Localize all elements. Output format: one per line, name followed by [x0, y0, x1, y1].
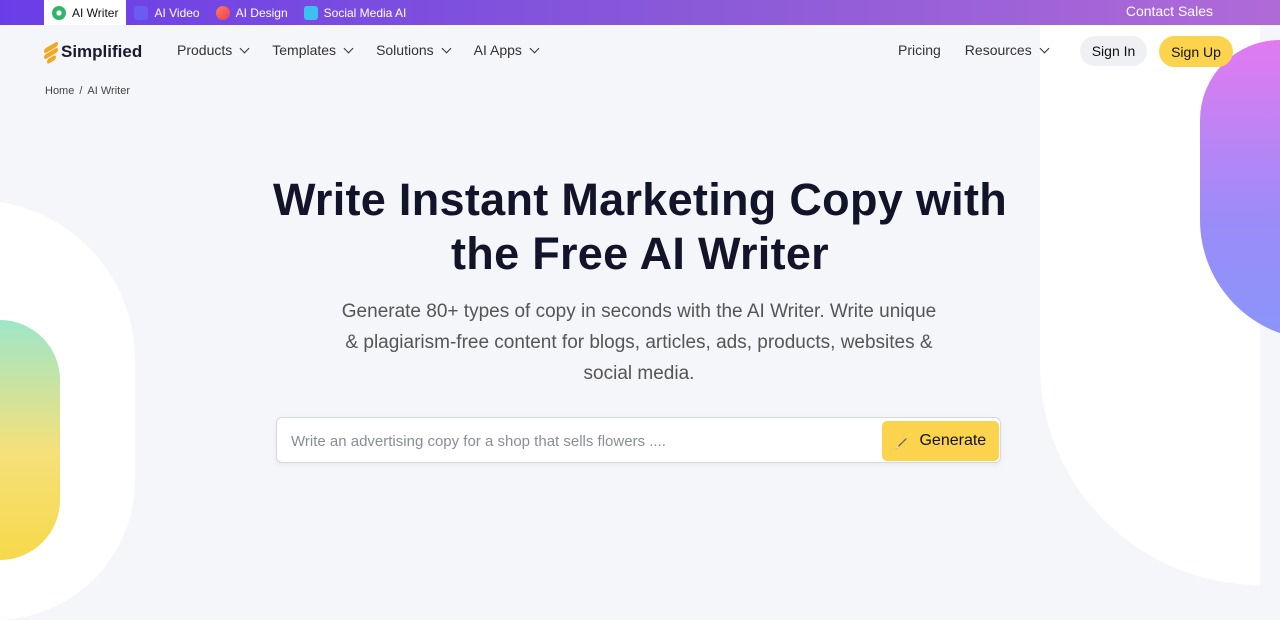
design-icon — [215, 5, 230, 20]
tab-ai-writer[interactable]: AI Writer — [44, 0, 127, 25]
nav-right-links: Pricing Resources — [898, 42, 1050, 58]
logo-text: Simplified — [61, 42, 143, 61]
generate-button[interactable]: 🪄 Generate — [882, 421, 999, 461]
chevron-down-icon — [529, 43, 540, 53]
prompt-box: 🪄 Generate — [276, 417, 1001, 463]
tab-label: Social Media AI — [323, 5, 407, 20]
chevron-down-icon — [239, 43, 250, 53]
title-line-2: the Free AI Writer — [451, 228, 829, 279]
nav-label: Resources — [964, 42, 1032, 58]
nav-label: AI Apps — [473, 42, 522, 58]
breadcrumb-separator: / — [79, 85, 83, 97]
sign-up-button[interactable]: Sign Up — [1159, 36, 1233, 67]
contact-sales-link[interactable]: Contact Sales — [1126, 0, 1213, 25]
nav-label: Solutions — [376, 42, 434, 58]
tab-social-media-ai[interactable]: Social Media AI — [296, 0, 415, 25]
magic-wand-icon: 🪄 — [894, 433, 914, 450]
generate-label: Generate — [919, 432, 987, 449]
breadcrumb-home[interactable]: Home — [45, 85, 74, 97]
hero-subtitle: Generate 80+ types of copy in seconds wi… — [341, 301, 937, 384]
sign-in-button[interactable]: Sign In — [1080, 36, 1147, 66]
prompt-input[interactable] — [289, 429, 873, 453]
nav-products[interactable]: Products — [177, 42, 250, 58]
product-switcher-bar: AI Writer AI Video AI Design Social Medi… — [0, 0, 1280, 25]
nav-links: Products Templates Solutions AI Apps — [177, 42, 540, 58]
nav-ai-apps[interactable]: AI Apps — [473, 42, 540, 58]
logo[interactable]: Simplified — [44, 40, 143, 65]
chevron-down-icon — [343, 43, 354, 53]
tab-label: AI Design — [235, 5, 288, 20]
decor-blob-left — [0, 320, 60, 560]
tab-ai-video[interactable]: AI Video — [126, 0, 207, 25]
nav-pricing[interactable]: Pricing — [898, 42, 941, 58]
main-nav: Simplified Products Templates Solutions … — [0, 25, 1280, 79]
nav-label: Templates — [272, 42, 337, 58]
ai-writer-icon — [52, 5, 66, 20]
chevron-down-icon — [1039, 43, 1050, 53]
breadcrumb: Home / AI Writer — [45, 85, 130, 97]
title-line-1: Write Instant Marketing Copy with — [272, 174, 1008, 225]
video-icon — [134, 5, 149, 20]
logo-mark-icon — [44, 40, 58, 65]
nav-templates[interactable]: Templates — [272, 42, 354, 58]
tab-label: AI Writer — [72, 5, 119, 20]
nav-label: Products — [177, 42, 233, 58]
social-icon — [303, 5, 318, 20]
nav-resources[interactable]: Resources — [964, 42, 1050, 58]
nav-solutions[interactable]: Solutions — [376, 42, 452, 58]
breadcrumb-current: AI Writer — [87, 85, 130, 97]
tab-ai-design[interactable]: AI Design — [208, 0, 296, 25]
page-title: Write Instant Marketing Copy with the Fr… — [0, 173, 1280, 281]
tab-label: AI Video — [154, 5, 200, 20]
chevron-down-icon — [441, 43, 452, 53]
